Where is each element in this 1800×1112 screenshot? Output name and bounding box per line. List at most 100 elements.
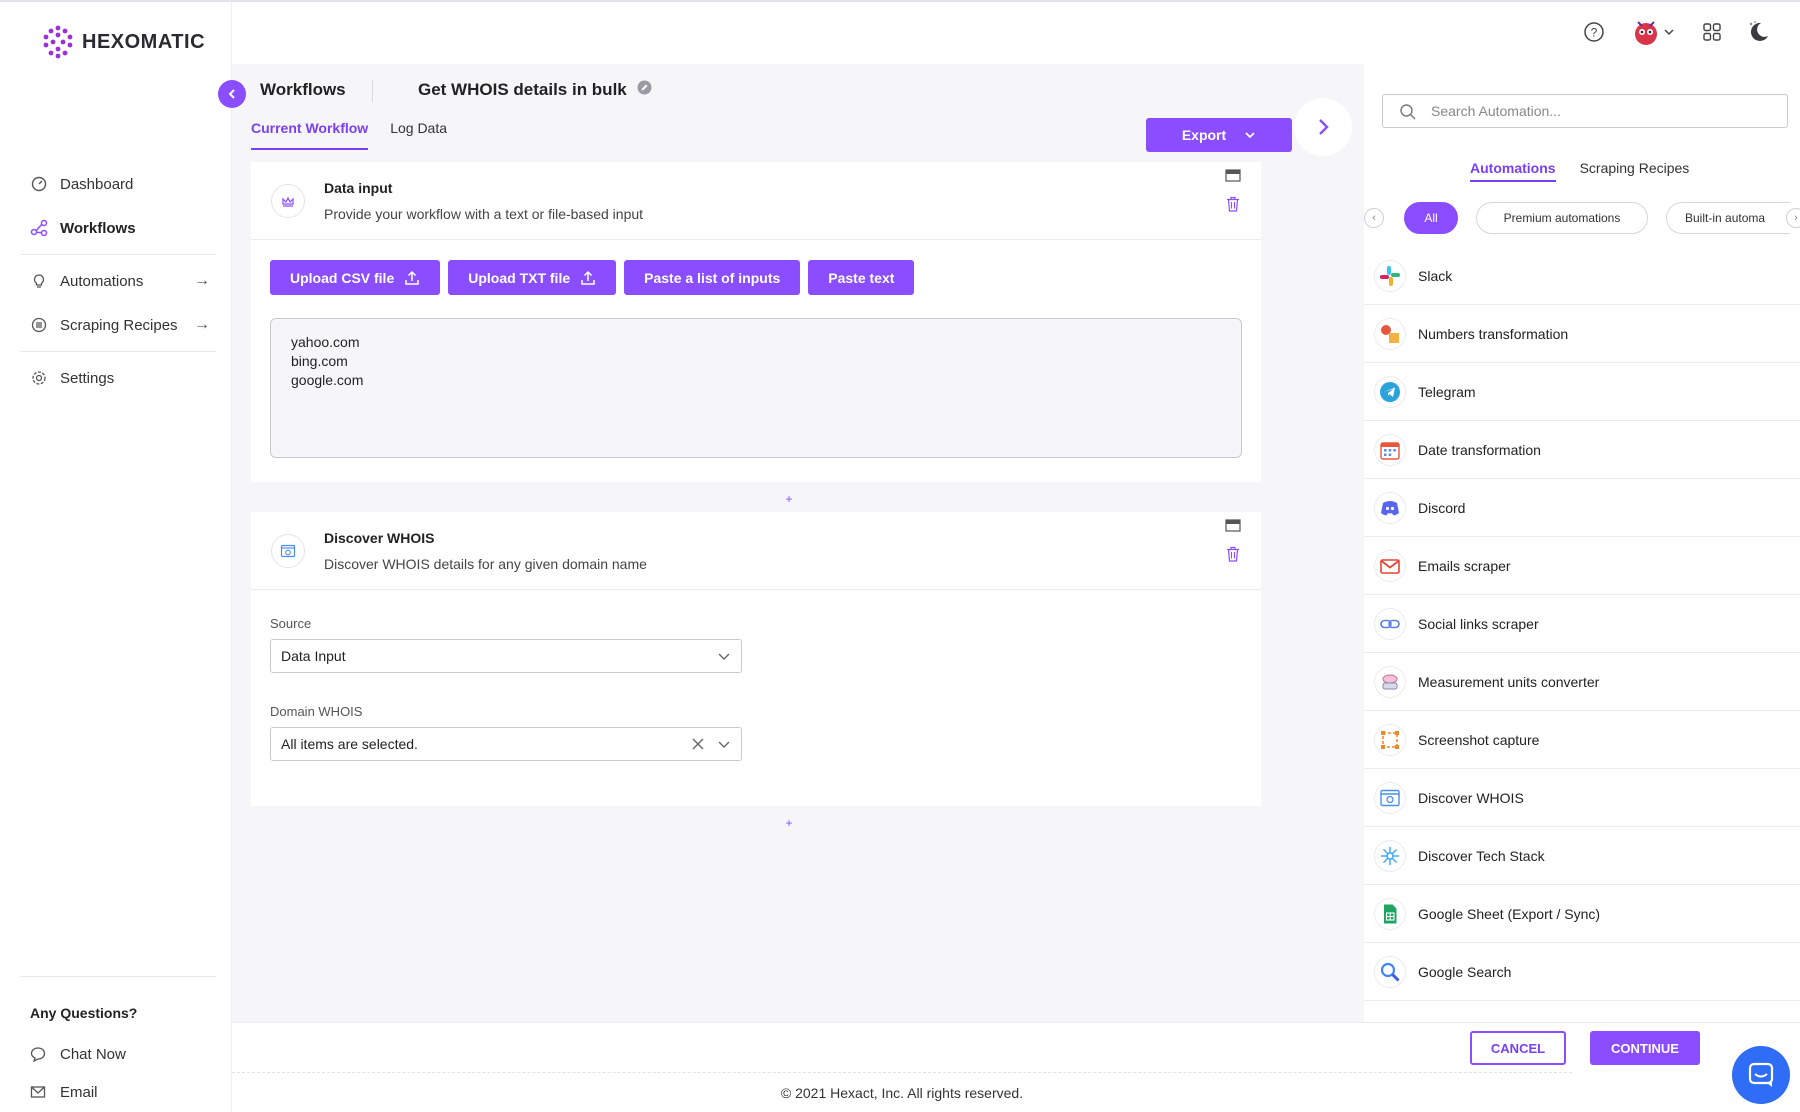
tab-automations[interactable]: Automations [1470, 160, 1556, 182]
source-select[interactable]: Data Input [270, 639, 742, 673]
expand-panel-button[interactable] [1294, 98, 1352, 156]
link-icon [1374, 607, 1406, 640]
automation-item-slack[interactable]: Slack [1364, 247, 1800, 305]
mail-icon [30, 1084, 48, 1100]
automation-label: Measurement units converter [1418, 673, 1600, 690]
automation-item-measurement-units-converter[interactable]: Measurement units converter [1364, 653, 1800, 711]
continue-button[interactable]: CONTINUE [1590, 1031, 1700, 1065]
automation-item-discover-tech-stack[interactable]: Discover Tech Stack [1364, 827, 1800, 885]
domain-whois-select[interactable]: All items are selected. [270, 727, 742, 761]
automation-item-screenshot-capture[interactable]: Screenshot capture [1364, 711, 1800, 769]
card-title: Data input [324, 180, 393, 196]
domain-whois-value: All items are selected. [281, 736, 418, 752]
chevron-down-icon [718, 653, 730, 660]
telegram-icon [1374, 375, 1406, 408]
hexomatic-logo-icon [43, 25, 73, 59]
automation-item-social-links-scraper[interactable]: Social links scraper [1364, 595, 1800, 653]
sidebar-item-scraping-recipes[interactable]: Scraping Recipes → [20, 303, 216, 347]
discover-whois-icon [271, 534, 305, 568]
export-label: Export [1181, 127, 1227, 143]
upload-icon [405, 270, 419, 285]
tab-scraping-recipes[interactable]: Scraping Recipes [1580, 160, 1690, 182]
automation-item-discover-whois[interactable]: Discover WHOIS [1364, 769, 1800, 827]
export-button[interactable]: Export [1146, 118, 1292, 152]
minimize-icon[interactable] [1225, 168, 1241, 184]
filter-premium[interactable]: Premium automations [1476, 202, 1648, 234]
panel-tabs: Automations Scraping Recipes [1470, 160, 1689, 182]
breadcrumb-workflows[interactable]: Workflows [260, 80, 346, 100]
automation-label: Numbers transformation [1418, 325, 1569, 342]
sidebar-nav: Dashboard Workflows Automations → Scrapi… [20, 162, 237, 400]
automation-item-date-transformation[interactable]: Date transformation [1364, 421, 1800, 479]
automation-item-google-search[interactable]: Google Search [1364, 943, 1800, 1001]
add-step-icon[interactable]: + [783, 817, 795, 829]
chevron-down-icon [718, 741, 730, 748]
scale-icon [1374, 665, 1406, 698]
scroll-left-icon[interactable]: ‹ [1364, 208, 1384, 228]
upload-txt-button[interactable]: Upload TXT file [448, 260, 617, 295]
nav-divider [20, 351, 216, 352]
slack-icon [1374, 259, 1406, 292]
upload-csv-button[interactable]: Upload CSV file [270, 260, 441, 295]
automation-label: Slack [1418, 267, 1453, 284]
card-description: Discover WHOIS details for any given dom… [324, 556, 647, 572]
discord-icon [1374, 491, 1406, 524]
card-tools [1225, 518, 1241, 562]
workflow-tabs: Current Workflow Log Data [251, 120, 447, 150]
discover-whois-card: Discover WHOIS Discover WHOIS details fo… [251, 512, 1261, 806]
cancel-button[interactable]: CANCEL [1470, 1031, 1566, 1065]
google-sheets-icon [1374, 897, 1406, 930]
sidebar-item-automations[interactable]: Automations → [20, 259, 216, 303]
edit-name-icon[interactable] [637, 80, 652, 100]
filter-built-in[interactable]: Built-in automa [1666, 202, 1790, 234]
automation-item-numbers-transformation[interactable]: Numbers transformation [1364, 305, 1800, 363]
recipes-icon [30, 316, 48, 334]
help-block: Any Questions? Chat Now Email [20, 976, 216, 1111]
apps-grid-icon[interactable] [1698, 18, 1726, 46]
add-step-icon[interactable]: + [783, 493, 795, 505]
avatar-icon [1635, 21, 1657, 45]
step-connector: + [783, 808, 795, 838]
bulb-icon [30, 272, 48, 290]
chat-now-link[interactable]: Chat Now [20, 1035, 216, 1073]
screenshot-icon [1374, 723, 1406, 756]
domain-whois-label: Domain WHOIS [270, 704, 363, 719]
trash-icon[interactable] [1225, 196, 1241, 212]
automation-item-emails-scraper[interactable]: Emails scraper [1364, 537, 1800, 595]
user-avatar[interactable] [1626, 18, 1680, 46]
collapse-sidebar-button[interactable] [218, 80, 246, 108]
automation-item-google-sheet[interactable]: Google Sheet (Export / Sync) [1364, 885, 1800, 943]
chat-bubble-icon [1748, 1062, 1774, 1087]
email-link[interactable]: Email [20, 1073, 216, 1111]
chat-widget-button[interactable] [1732, 1046, 1790, 1104]
help-icon[interactable]: ? [1580, 18, 1608, 46]
sidebar-item-label: Workflows [60, 219, 136, 237]
numbers-icon [1374, 317, 1406, 350]
sidebar-item-dashboard[interactable]: Dashboard [20, 162, 216, 206]
tab-current-workflow[interactable]: Current Workflow [251, 120, 369, 150]
clear-icon[interactable] [691, 737, 705, 751]
automation-label: Discover Tech Stack [1418, 847, 1545, 864]
automation-list: Slack Numbers transformation Telegram Da… [1364, 247, 1800, 1001]
paste-list-button[interactable]: Paste a list of inputs [624, 260, 801, 295]
logo[interactable]: HEXOMATIC [40, 24, 205, 60]
automation-label: Discord [1418, 499, 1466, 516]
trash-icon[interactable] [1225, 546, 1241, 562]
scroll-right-icon[interactable]: › [1786, 208, 1800, 228]
minimize-icon[interactable] [1225, 518, 1241, 534]
dark-mode-icon[interactable] [1744, 18, 1772, 46]
chevron-down-icon [1664, 29, 1674, 36]
filter-all[interactable]: All [1404, 202, 1458, 234]
automation-item-discord[interactable]: Discord [1364, 479, 1800, 537]
sidebar-item-workflows[interactable]: Workflows [20, 206, 237, 250]
automation-label: Discover WHOIS [1418, 789, 1524, 806]
tab-log-data[interactable]: Log Data [390, 120, 447, 150]
search-automation[interactable]: Search Automation... [1382, 94, 1788, 128]
paste-text-button[interactable]: Paste text [808, 260, 915, 295]
sidebar-item-settings[interactable]: Settings [20, 356, 216, 400]
data-input-textarea[interactable] [270, 318, 1242, 458]
automation-item-telegram[interactable]: Telegram [1364, 363, 1800, 421]
automation-label: Google Sheet (Export / Sync) [1418, 905, 1601, 922]
chat-now-label: Chat Now [60, 1045, 126, 1063]
chevron-right-icon [1319, 119, 1329, 135]
